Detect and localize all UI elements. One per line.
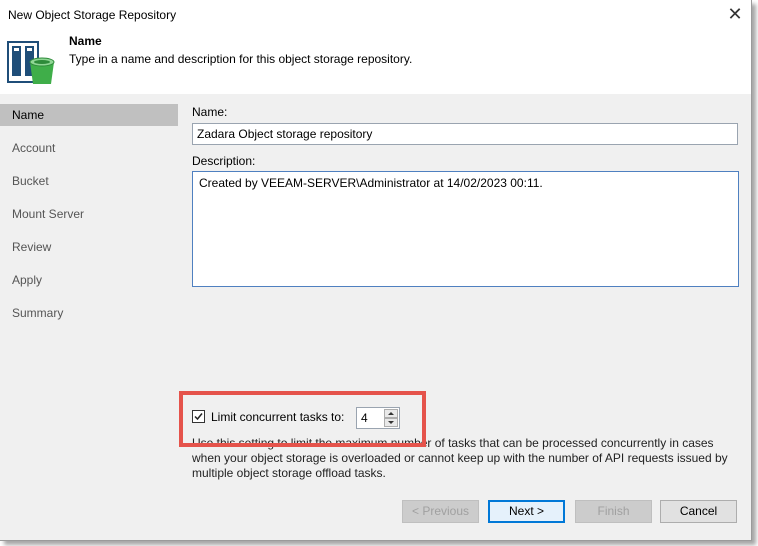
nav-step-apply[interactable]: Apply bbox=[0, 269, 178, 291]
dialog-window: New Object Storage Repository ✕ Name Typ… bbox=[0, 0, 752, 541]
title-bar: New Object Storage Repository ✕ bbox=[0, 0, 751, 30]
nav-step-summary[interactable]: Summary bbox=[0, 302, 178, 324]
next-button[interactable]: Next > bbox=[488, 500, 565, 523]
description-textarea[interactable]: Created by VEEAM-SERVER\Administrator at… bbox=[192, 171, 739, 287]
window-title: New Object Storage Repository bbox=[8, 8, 177, 22]
cancel-button[interactable]: Cancel bbox=[660, 500, 737, 523]
annotation-highlight-box bbox=[179, 391, 426, 447]
nav-step-review[interactable]: Review bbox=[0, 236, 178, 258]
previous-button[interactable]: < Previous bbox=[402, 500, 479, 523]
nav-step-name[interactable]: Name bbox=[0, 104, 178, 126]
step-title: Name bbox=[69, 34, 102, 48]
name-input[interactable] bbox=[192, 123, 738, 145]
name-label: Name: bbox=[192, 105, 228, 119]
step-description: Type in a name and description for this … bbox=[69, 52, 413, 66]
nav-step-bucket[interactable]: Bucket bbox=[0, 170, 178, 192]
finish-button[interactable]: Finish bbox=[575, 500, 652, 523]
nav-step-account[interactable]: Account bbox=[0, 137, 178, 159]
wizard-footer: < Previous Next > Finish Cancel bbox=[0, 488, 751, 540]
wizard-header: Name Type in a name and description for … bbox=[0, 30, 751, 94]
wizard-steps-nav: Name Account Bucket Mount Server Review … bbox=[0, 94, 178, 488]
object-storage-bucket-icon bbox=[7, 41, 55, 84]
close-icon[interactable]: ✕ bbox=[722, 2, 748, 26]
description-label: Description: bbox=[192, 154, 256, 168]
nav-step-mount-server[interactable]: Mount Server bbox=[0, 203, 178, 225]
